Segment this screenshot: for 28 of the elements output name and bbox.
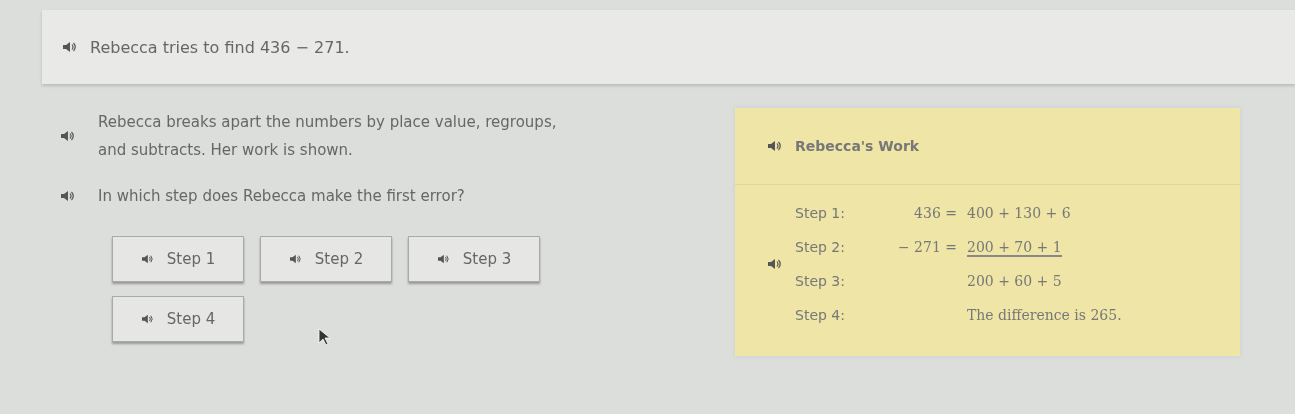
step-label: Step 4: (795, 306, 846, 325)
work-title: Rebecca's Work (795, 138, 920, 154)
step-expression: 436 = (914, 205, 957, 221)
description-text: Rebecca breaks apart the numbers by place value, regroups, and subtracts. Her work is shown. (98, 112, 558, 161)
answer-button[interactable]: Step 3 (408, 236, 540, 282)
answer-button[interactable]: Step 1 (112, 236, 244, 282)
step-result: 200 + 70 + 1 (967, 239, 1062, 257)
mouse-pointer-icon (318, 328, 330, 346)
speaker-icon (140, 254, 153, 264)
answer-button[interactable]: Step 4 (112, 296, 244, 342)
answer-button[interactable]: Step 2 (260, 236, 392, 282)
speaker-icon[interactable] (767, 258, 781, 270)
step-result: 400 + 130 + 6 (967, 205, 1071, 221)
prompt-text: Rebecca tries to find 436 − 271. (90, 37, 350, 57)
speaker-icon (436, 254, 449, 264)
speaker-icon[interactable] (60, 130, 74, 142)
speaker-icon[interactable] (60, 190, 74, 202)
step-label: Step 1: (795, 204, 846, 223)
speaker-icon[interactable] (62, 41, 76, 53)
step-label: Step 2: (795, 238, 846, 257)
step-expression: − 271 = (897, 239, 957, 255)
step-result: 200 + 60 + 5 (967, 273, 1062, 289)
speaker-icon[interactable] (767, 140, 781, 152)
step-label: Step 3: (795, 272, 846, 291)
speaker-icon (140, 314, 153, 324)
question-text: In which step does Rebecca make the first error? (98, 186, 466, 207)
step-result: The difference is 265. (967, 307, 1122, 323)
speaker-icon (288, 254, 301, 264)
